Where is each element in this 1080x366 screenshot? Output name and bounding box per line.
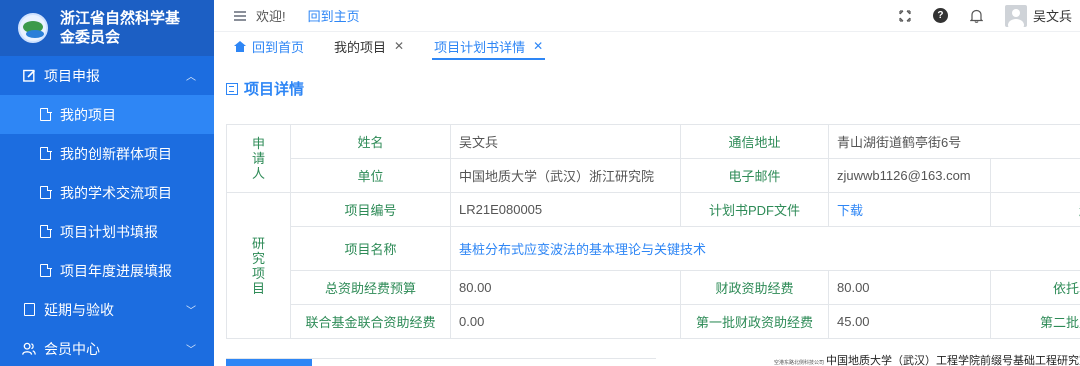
sidebar-item-plan-fill[interactable]: 项目计划书填报 <box>0 212 214 251</box>
fullscreen-icon[interactable] <box>899 9 911 22</box>
bottom-tab-strip <box>226 358 656 366</box>
sidebar-item-label: 项目年度进展填报 <box>60 262 172 279</box>
tab-home[interactable]: 回到首页 <box>232 32 306 60</box>
document-icon <box>40 224 52 238</box>
chevron-down-icon: ﹀ <box>186 306 196 317</box>
phone-label: 电话 <box>989 158 1080 193</box>
avatar[interactable] <box>1004 4 1027 27</box>
sidebar-group-label: 项目申报 <box>44 67 100 84</box>
top-right-tools: ? 吴文兵 <box>899 4 1080 27</box>
sidebar-item-my-projects[interactable]: 我的项目 <box>0 95 214 134</box>
username[interactable]: 吴文兵 <box>1033 6 1072 25</box>
list-icon <box>226 82 238 95</box>
sidebar-item-label: 项目计划书填报 <box>60 223 158 240</box>
email-label: 电子邮件 <box>680 158 829 193</box>
users-icon <box>22 342 36 356</box>
unit-label: 单位 <box>290 158 451 193</box>
brand-logo <box>18 13 48 43</box>
close-icon[interactable]: ✕ <box>394 39 404 53</box>
applicant-group-label: 申请人 <box>226 124 291 193</box>
group-label-text: 申请人 <box>251 136 265 181</box>
tab-my-projects[interactable]: 我的项目 ✕ <box>332 32 406 60</box>
tab-label: 回到首页 <box>252 39 305 55</box>
joint-label: 联合基金联合资助经费 <box>290 304 451 339</box>
pdf-label: 计划书PDF文件 <box>680 192 829 227</box>
sidebar-group-extension[interactable]: 延期与验收 ﹀ <box>0 290 214 329</box>
joint-value: 0.00 <box>450 304 681 339</box>
sidebar-item-annual-progress[interactable]: 项目年度进展填报 <box>0 251 214 290</box>
sidebar-group-member[interactable]: 会员中心 ﹀ <box>0 329 214 366</box>
table-row: 联合基金联合资助经费 0.00 第一批财政资助经费 45.00 第二批财政资 <box>227 304 1080 339</box>
bottom-tab-active[interactable] <box>226 359 312 366</box>
budget-label: 总资助经费预算 <box>290 270 451 305</box>
table-row: 研究项目 项目编号 LR21E080005 计划书PDF文件 下载 起止年 <box>226 192 1080 339</box>
email-value: zjuwwb1126@163.com <box>828 158 991 193</box>
menu-toggle-icon[interactable] <box>234 10 246 21</box>
document-icon <box>40 146 52 160</box>
document-icon <box>40 107 52 121</box>
tab-label: 我的项目 <box>334 39 387 55</box>
sidebar-item-label: 我的项目 <box>60 106 116 123</box>
table-row: 单位 中国地质大学（武汉）浙江研究院 电子邮件 zjuwwb1126@163.c… <box>227 158 1080 193</box>
home-link[interactable]: 回到主页 <box>308 6 360 25</box>
document-icon <box>40 263 52 277</box>
name-label: 姓名 <box>290 124 451 159</box>
edit-icon <box>22 69 36 83</box>
chevron-up-icon: ︿ <box>186 72 196 83</box>
code-value: LR21E080005 <box>450 192 681 227</box>
tab-bar: 回到首页 我的项目 ✕ 项目计划书详情 ✕ <box>214 32 1080 60</box>
app-root: 浙江省自然科学基金委员会 项目申报 ︿ 我的项目 我的创新群体项目 我的学术交流… <box>0 0 1080 366</box>
project-name-value[interactable]: 基桩分布式应变波法的基本理论与关键技术 <box>449 226 1080 271</box>
download-link[interactable]: 下载 <box>828 192 991 227</box>
address-label: 通信地址 <box>680 124 829 159</box>
first-batch-label: 第一批财政资助经费 <box>680 304 829 339</box>
first-batch-value: 45.00 <box>828 304 991 339</box>
name-value: 吴文兵 <box>450 124 681 159</box>
sidebar: 浙江省自然科学基金委员会 项目申报 ︿ 我的项目 我的创新群体项目 我的学术交流… <box>0 0 214 366</box>
watermark-text: 中国地质大学（武汉）工程学院前缀号基础工程研究室资 <box>826 355 1080 366</box>
chevron-down-icon: ﹀ <box>186 345 196 356</box>
sidebar-group-label: 会员中心 <box>44 340 100 357</box>
code-label: 项目编号 <box>290 192 451 227</box>
home-icon <box>234 40 246 52</box>
tab-plan-detail[interactable]: 项目计划书详情 ✕ <box>432 32 546 60</box>
watermark: 空港东路北侧科技公司 中国地质大学（武汉）工程学院前缀号基础工程研究室资 <box>774 352 1080 366</box>
address-value: 青山湖街道鹤亭街6号 <box>827 124 1080 159</box>
unit-value: 中国地质大学（武汉）浙江研究院 <box>450 158 681 193</box>
project-group-label: 研究项目 <box>226 192 291 339</box>
document-icon <box>40 185 52 199</box>
top-bar: 欢迎! 回到主页 ? 吴文兵 <box>214 0 1080 32</box>
tab-label: 项目计划书详情 <box>434 39 526 55</box>
sidebar-item-label: 我的创新群体项目 <box>60 145 172 162</box>
table-row: 申请人 姓名 吴文兵 通信地址 青山湖街道鹤亭街6号 <box>226 124 1080 193</box>
brand-header: 浙江省自然科学基金委员会 <box>0 0 214 56</box>
fiscal-value: 80.00 <box>828 270 991 305</box>
budget-value: 80.00 <box>450 270 681 305</box>
table-row: 总资助经费预算 80.00 财政资助经费 80.00 依托单位配 <box>227 270 1080 305</box>
welcome-text: 欢迎! <box>256 9 286 24</box>
sidebar-item-innovation-group[interactable]: 我的创新群体项目 <box>0 134 214 173</box>
fiscal-label: 财政资助经费 <box>680 270 829 305</box>
page-title-text: 项目详情 <box>244 81 305 98</box>
help-icon[interactable]: ? <box>932 8 948 23</box>
project-detail-table: 申请人 姓名 吴文兵 通信地址 青山湖街道鹤亭街6号 单位 中国地质大学（武汉）… <box>226 124 1080 339</box>
table-row: 项目名称 基桩分布式应变波法的基本理论与关键技术 <box>227 226 1080 271</box>
group-label-text: 研究项目 <box>251 235 265 296</box>
sidebar-item-label: 我的学术交流项目 <box>60 184 172 201</box>
sidebar-item-academic-exchange[interactable]: 我的学术交流项目 <box>0 173 214 212</box>
support-unit-label: 依托单位配 <box>989 270 1080 305</box>
sidebar-group-label: 延期与验收 <box>44 301 114 318</box>
bell-icon[interactable] <box>969 9 983 23</box>
page-title: 项目详情 <box>226 78 304 99</box>
project-name-label: 项目名称 <box>290 226 451 271</box>
document-icon <box>22 303 36 317</box>
second-batch-label: 第二批财政资 <box>989 304 1080 339</box>
brand-name: 浙江省自然科学基金委员会 <box>60 10 181 46</box>
close-icon[interactable]: ✕ <box>533 39 543 53</box>
sidebar-group-project-apply[interactable]: 项目申报 ︿ <box>0 56 214 95</box>
watermark-small: 空港东路北侧科技公司 <box>774 360 825 366</box>
period-label: 起止年 <box>989 192 1080 227</box>
